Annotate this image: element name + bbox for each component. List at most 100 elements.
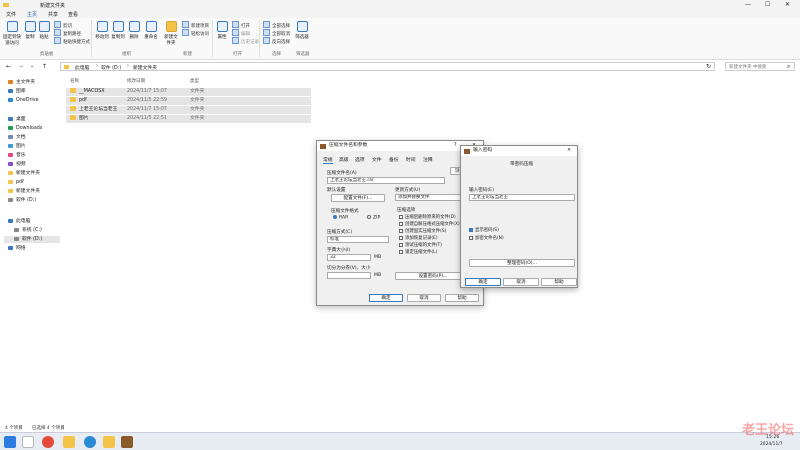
option-checkbox[interactable]: 锁定压缩文件(L) (399, 249, 437, 255)
sidebar-item-gallery[interactable]: 图库 (8, 88, 26, 95)
up-arrow-icon[interactable]: ↑ (42, 63, 47, 70)
sidebar-item-new-folder-2[interactable]: 新建文件夹 (8, 188, 40, 195)
tab-general[interactable]: 常规 (323, 156, 333, 164)
cancel-button[interactable]: 取消 (503, 278, 539, 286)
delete-button[interactable]: 删除 (127, 21, 141, 40)
new-item-button[interactable]: 新建项目 (182, 21, 209, 29)
column-name[interactable]: 名称 (70, 78, 79, 84)
filter-button[interactable]: 筛选器 (295, 21, 309, 40)
method-select[interactable]: 标准 (327, 236, 389, 243)
option-checkbox[interactable]: 添加恢复记录(E) (399, 235, 438, 241)
open-button[interactable]: 打开 (232, 21, 250, 29)
help-button[interactable]: 帮助 (445, 294, 479, 302)
search-icon[interactable] (22, 436, 34, 448)
tab-advanced[interactable]: 高级 (339, 156, 349, 163)
sidebar-item-music[interactable]: 音乐 (8, 152, 26, 159)
sidebar-item-pdf[interactable]: pdf (8, 179, 24, 186)
refresh-icon[interactable]: ↻ (706, 63, 711, 70)
sidebar-item-documents[interactable]: 文档 (8, 134, 26, 141)
chrome-icon[interactable] (42, 436, 54, 448)
split-size-field[interactable] (327, 272, 371, 279)
sidebar-item-this-pc[interactable]: 此电脑 (8, 218, 30, 225)
select-none-button[interactable]: 全部取消 (263, 29, 290, 37)
folder-icon[interactable] (103, 436, 115, 448)
menu-view[interactable]: 查看 (68, 11, 78, 18)
sidebar-item-onedrive[interactable]: OneDrive (8, 97, 39, 104)
dictionary-select[interactable]: 32 (327, 254, 371, 261)
table-row[interactable]: __MACOSX 2024/11/7 15:07 文件夹 (66, 88, 311, 96)
option-checkbox[interactable]: 创建固实压缩文件(S) (399, 228, 446, 234)
table-row[interactable]: 上老王论坛当老王 2024/11/7 15:07 文件夹 (66, 106, 311, 114)
minimize-button[interactable]: — (745, 1, 751, 8)
sidebar-item-pictures[interactable]: 图片 (8, 143, 26, 150)
help-button[interactable]: 帮助 (541, 278, 577, 286)
sidebar-item-videos[interactable]: 视频 (8, 161, 26, 168)
move-to-button[interactable]: 移动到 (95, 21, 109, 40)
copy-button[interactable]: 复制 (24, 21, 36, 40)
windows-start-icon[interactable] (4, 436, 16, 448)
option-checkbox[interactable]: 压缩后删除原来的文件(D) (399, 214, 456, 220)
option-checkbox[interactable]: 创建自解压格式压缩文件(X) (399, 221, 460, 227)
sidebar-item-new-folder[interactable]: 新建文件夹 (8, 170, 40, 177)
sidebar-item-network[interactable]: 网络 (8, 245, 26, 252)
pin-button[interactable]: 固定到快速访问 (2, 21, 22, 46)
cancel-button[interactable]: 取消 (407, 294, 441, 302)
rar-radio[interactable]: RAR (333, 215, 348, 221)
encrypt-names-checkbox[interactable]: 加密文件名(N) (469, 235, 504, 241)
organize-passwords-button[interactable]: 整理密码(O)... (469, 259, 575, 267)
ok-button[interactable]: 确定 (369, 294, 403, 302)
option-checkbox[interactable]: 测试压缩的文件(T) (399, 242, 442, 248)
copy-to-button[interactable]: 复制到 (111, 21, 125, 40)
tab-backup[interactable]: 备份 (389, 156, 399, 163)
winrar-icon[interactable] (121, 436, 133, 448)
edit-button[interactable]: 编辑 (232, 29, 250, 37)
address-bar[interactable]: 此电脑 › 软件 (D:) › 新建文件夹 ↻ (60, 62, 715, 71)
table-row[interactable]: pdf 2024/11/5 22:59 文件夹 (66, 97, 311, 105)
show-password-checkbox[interactable]: 显示密码(S) (469, 227, 499, 233)
properties-button[interactable]: 属性 (215, 21, 229, 40)
paste-shortcut-button[interactable]: 粘贴快捷方式 (54, 37, 90, 45)
back-arrow-icon[interactable]: ← (6, 63, 11, 70)
search-input[interactable]: 新建文件夹 中搜索 ⌕ (725, 62, 795, 71)
rename-button[interactable]: 重命名 (143, 21, 159, 40)
close-button[interactable]: ✕ (785, 1, 790, 8)
select-all-button[interactable]: 全部选择 (263, 21, 290, 29)
profiles-button[interactable]: 配置文件(F)... (331, 194, 385, 202)
sidebar-item-drive-d-selected[interactable]: 软件 (D:) (4, 236, 60, 243)
sidebar-item-home[interactable]: 主文件夹 (8, 79, 35, 86)
ok-button[interactable]: 确定 (465, 278, 501, 286)
sidebar-item-desktop[interactable]: 桌面 (8, 116, 26, 123)
easy-access-button[interactable]: 轻松访问 (182, 29, 209, 37)
breadcrumb-drive[interactable]: 软件 (D:) (101, 64, 121, 71)
history-button[interactable]: 历史记录 (232, 37, 259, 45)
chevron-down-icon[interactable]: ⌄ (30, 63, 34, 69)
file-explorer-icon[interactable] (63, 436, 75, 448)
app-icon[interactable] (84, 436, 96, 448)
tab-comment[interactable]: 注释 (423, 156, 433, 163)
close-icon[interactable]: ✕ (567, 146, 571, 156)
clock-date[interactable]: 2024/11/7 (760, 442, 783, 447)
copy-path-button[interactable]: 复制路径 (54, 29, 81, 37)
new-folder-button[interactable]: 新建文件夹 (163, 21, 179, 46)
maximize-button[interactable]: ☐ (765, 1, 770, 8)
paste-button[interactable]: 粘贴 (38, 21, 50, 40)
tab-options[interactable]: 选项 (355, 156, 365, 163)
column-type[interactable]: 类型 (190, 78, 199, 84)
sidebar-item-drive-d[interactable]: 软件 (D:) (8, 197, 36, 204)
archive-name-field[interactable]: 上老王论坛当老王.rar (327, 177, 445, 184)
sidebar-item-downloads[interactable]: Downloads (8, 125, 42, 132)
column-date[interactable]: 修改日期 (127, 78, 145, 84)
password-field[interactable]: 上老王论坛当老王 (469, 194, 575, 201)
breadcrumb-folder[interactable]: 新建文件夹 (133, 64, 157, 71)
tab-time[interactable]: 时间 (406, 156, 416, 163)
cut-button[interactable]: 剪切 (54, 21, 72, 29)
sidebar-item-drive-c[interactable]: 系统 (C:) (14, 227, 42, 234)
menu-file[interactable]: 文件 (6, 11, 16, 18)
menu-share[interactable]: 共享 (48, 11, 58, 18)
help-icon[interactable]: ? (454, 141, 457, 151)
table-row[interactable]: 图片 2024/11/5 22:51 文件夹 (66, 115, 311, 123)
breadcrumb-this-pc[interactable]: 此电脑 (75, 64, 89, 71)
zip-radio[interactable]: ZIP (367, 215, 380, 221)
forward-arrow-icon[interactable]: → (18, 63, 23, 70)
tab-files[interactable]: 文件 (372, 156, 382, 163)
